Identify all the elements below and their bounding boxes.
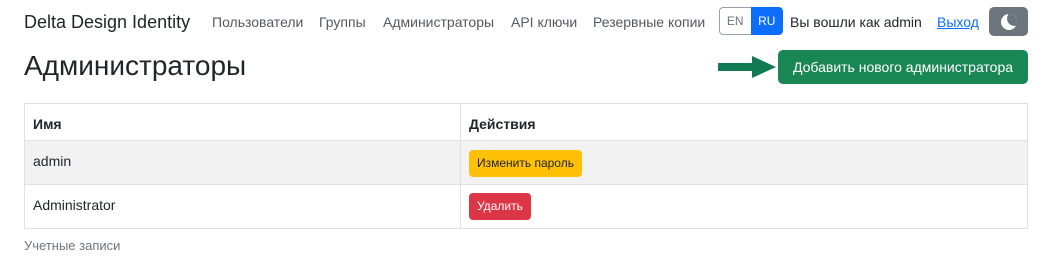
column-header-name: Имя xyxy=(24,103,461,141)
admin-name-cell: admin xyxy=(24,140,461,185)
footer-caption: Учетные записи xyxy=(24,238,121,253)
administrators-table: Имя Действия admin Изменить пароль Admin… xyxy=(24,103,1028,229)
actions-cell: Изменить пароль xyxy=(460,140,1028,185)
page-title: Администраторы xyxy=(24,50,247,81)
add-administrator-button[interactable]: Добавить нового администратора xyxy=(778,50,1028,84)
change-password-button[interactable]: Изменить пароль xyxy=(469,150,582,177)
arrow-right-icon xyxy=(718,56,776,78)
table-header-row: Имя Действия xyxy=(24,103,1028,141)
column-header-actions: Действия xyxy=(460,103,1028,141)
language-ru-button[interactable]: RU xyxy=(750,7,783,35)
nav-link-users[interactable]: Пользователи xyxy=(212,14,303,30)
actions-cell: Удалить xyxy=(460,184,1028,229)
table-row: admin Изменить пароль xyxy=(24,140,1028,185)
language-en-button[interactable]: EN xyxy=(719,7,751,35)
logout-link[interactable]: Выход xyxy=(937,14,979,30)
brand-link[interactable]: Delta Design Identity xyxy=(24,12,190,33)
navbar: Delta Design Identity Пользователи Групп… xyxy=(0,0,1054,44)
logged-in-status: Вы вошли как admin xyxy=(790,14,922,30)
theme-toggle-button[interactable] xyxy=(989,7,1028,36)
language-switcher: EN RU xyxy=(719,7,783,35)
nav-link-api-keys[interactable]: API ключи xyxy=(511,14,577,30)
moon-icon xyxy=(1000,13,1017,30)
nav-link-administrators[interactable]: Администраторы xyxy=(383,14,494,30)
table-row: Administrator Удалить xyxy=(24,184,1028,229)
delete-button[interactable]: Удалить xyxy=(469,193,531,220)
nav-link-backups[interactable]: Резервные копии xyxy=(593,14,705,30)
nav-link-groups[interactable]: Группы xyxy=(319,14,366,30)
admin-name-cell: Administrator xyxy=(24,184,461,229)
